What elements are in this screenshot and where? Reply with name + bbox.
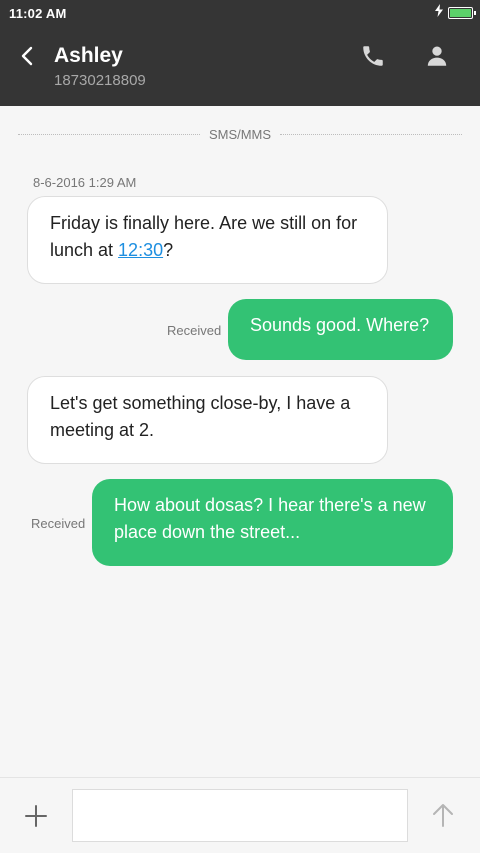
contact-number: 18730218809: [54, 72, 146, 89]
arrow-up-icon: [433, 804, 453, 827]
message-text: Sounds good. Where?: [250, 315, 430, 335]
message-timestamp: 8-6-2016 1:29 AM: [33, 175, 137, 190]
add-attachment-button[interactable]: [22, 802, 50, 830]
message-text: Friday is finally here. Are we still on …: [50, 213, 358, 260]
message-text: Let's get something close-by, I have a m…: [50, 393, 351, 440]
compose-bar: [0, 777, 480, 853]
outgoing-message[interactable]: How about dosas? I hear there's a new pl…: [92, 479, 453, 566]
chevron-left-icon: [21, 46, 33, 66]
channel-divider: SMS/MMS: [18, 125, 462, 145]
call-button[interactable]: [360, 43, 386, 69]
outgoing-message[interactable]: Sounds good. Where?: [228, 299, 453, 360]
incoming-message[interactable]: Let's get something close-by, I have a m…: [27, 376, 388, 464]
person-icon: [427, 46, 447, 66]
charging-icon: [435, 4, 443, 20]
contact-profile-button[interactable]: [424, 43, 450, 69]
contact-name: Ashley: [54, 44, 123, 67]
status-bar: 11:02 AM: [0, 0, 480, 26]
message-text: How about dosas? I hear there's a new pl…: [114, 495, 426, 542]
send-button[interactable]: [428, 800, 458, 830]
conversation-header: Ashley 18730218809: [0, 26, 480, 106]
plus-icon: [25, 805, 47, 827]
message-status: Received: [31, 516, 86, 531]
status-time: 11:02 AM: [9, 6, 67, 21]
back-button[interactable]: [14, 42, 42, 70]
battery-icon: [448, 7, 476, 19]
divider-line: [280, 134, 462, 135]
battery-fill: [450, 9, 471, 17]
time-link[interactable]: 12:30: [118, 240, 163, 260]
incoming-message[interactable]: Friday is finally here. Are we still on …: [27, 196, 388, 284]
message-input[interactable]: [72, 789, 408, 842]
message-status: Received: [167, 323, 222, 338]
phone-icon: [363, 46, 383, 66]
message-text: ?: [163, 240, 174, 260]
